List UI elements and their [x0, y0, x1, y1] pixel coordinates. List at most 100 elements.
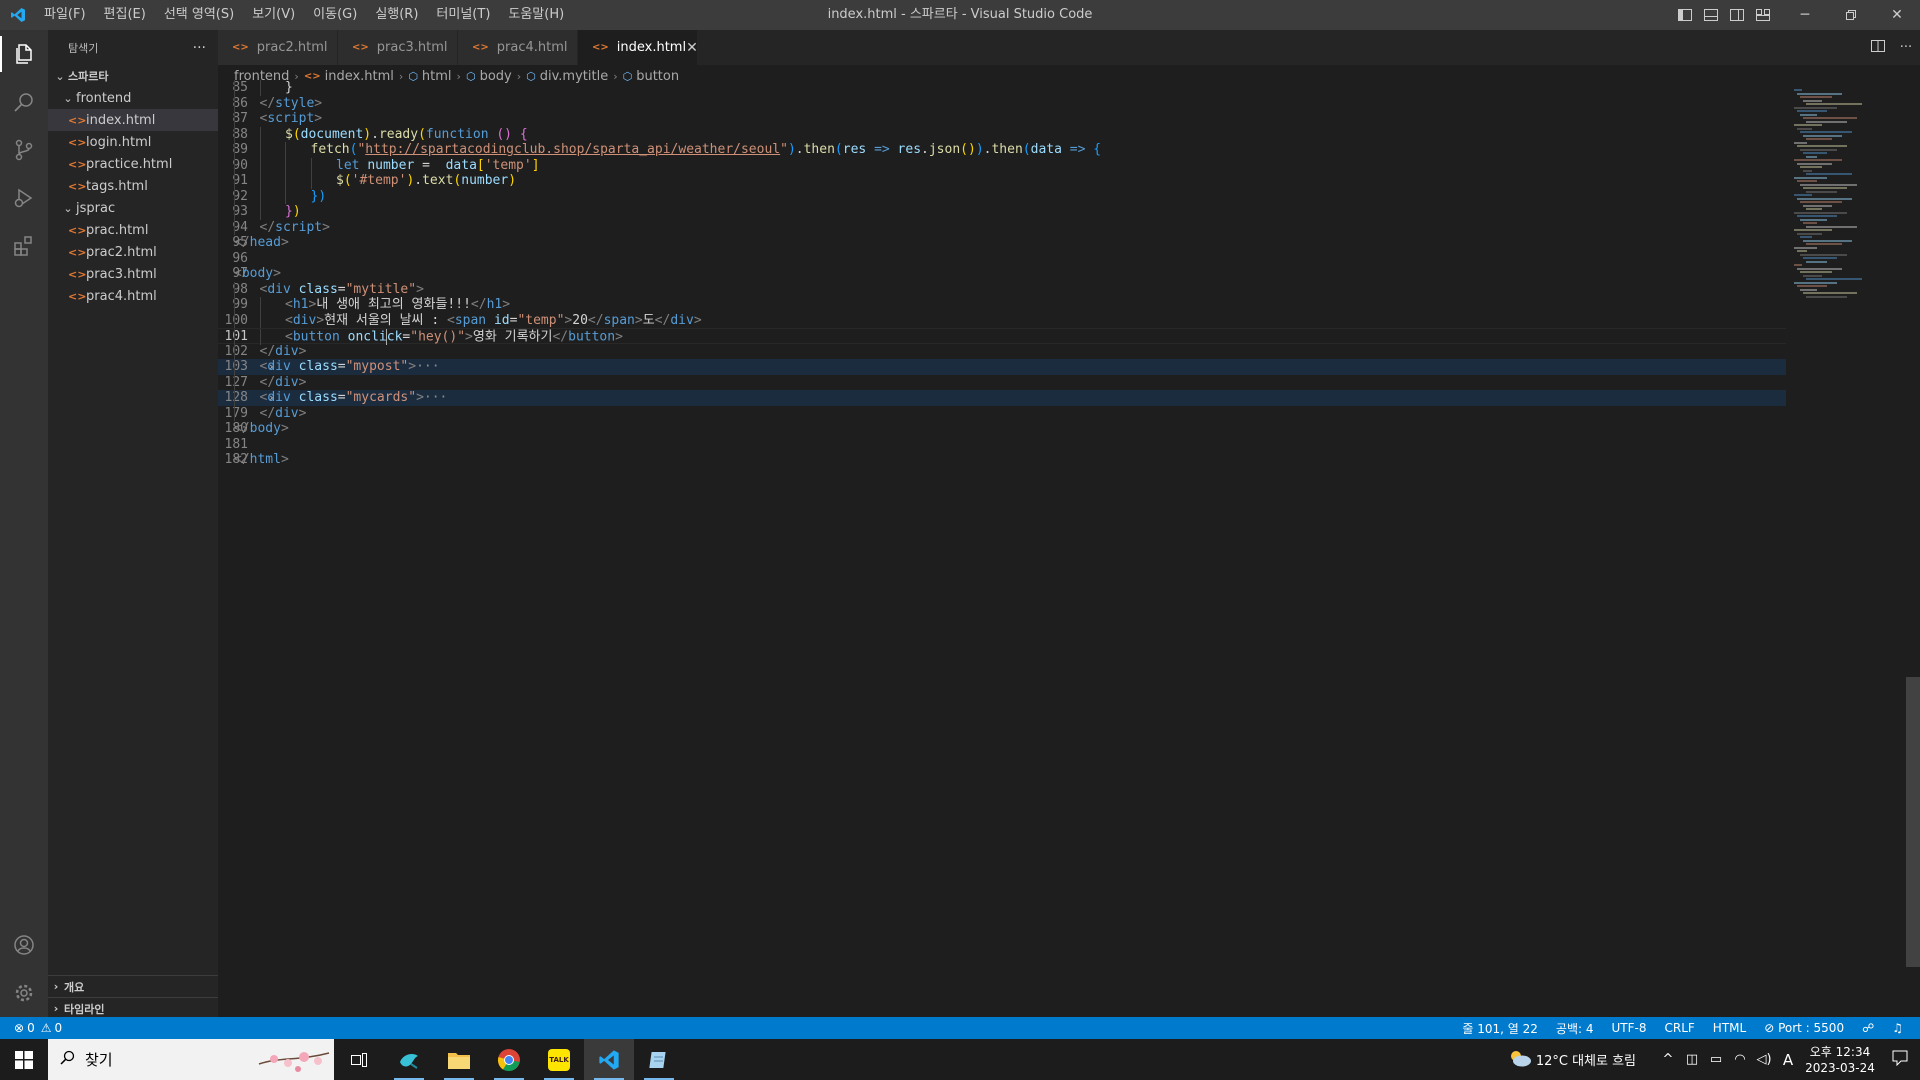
kakaotalk-icon[interactable]: TALK: [534, 1039, 584, 1080]
task-view-icon[interactable]: [334, 1039, 384, 1080]
code-line[interactable]: 87 <script>: [218, 111, 1786, 127]
tree-file[interactable]: <> practice.html: [48, 153, 218, 175]
code-line[interactable]: 99 <h1>내 생애 최고의 영화들!!!</h1>: [218, 297, 1786, 313]
menu-item[interactable]: 보기(V): [243, 0, 304, 30]
vscode-taskbar-icon[interactable]: [584, 1039, 634, 1080]
menu-item[interactable]: 편집(E): [95, 0, 155, 30]
end-of-line[interactable]: CRLF: [1655, 1021, 1703, 1035]
menu-item[interactable]: 도움말(H): [499, 0, 573, 30]
editor-scrollbar[interactable]: [1906, 87, 1920, 1017]
language-mode[interactable]: HTML: [1704, 1021, 1755, 1035]
battery-icon[interactable]: ▭: [1704, 1052, 1728, 1067]
notifications-bell-icon[interactable]: ♫: [1883, 1021, 1912, 1035]
ime-indicator[interactable]: A: [1776, 1051, 1800, 1069]
code-line[interactable]: 93}): [218, 204, 1786, 220]
tree-file[interactable]: <> prac3.html: [48, 263, 218, 285]
feedback-icon[interactable]: ☍: [1853, 1021, 1883, 1035]
editor-more-icon[interactable]: ···: [1892, 40, 1920, 55]
tree-folder-frontend[interactable]: ⌄ frontend: [48, 87, 218, 109]
indentation[interactable]: 공백: 4: [1547, 1020, 1603, 1037]
code-line[interactable]: 90 let number = data['temp']: [218, 157, 1786, 173]
code-line[interactable]: 85}: [218, 80, 1786, 96]
source-control-icon[interactable]: [0, 126, 48, 174]
code-line[interactable]: 96: [218, 251, 1786, 267]
code-line[interactable]: 92}): [218, 188, 1786, 204]
wifi-icon[interactable]: ◠: [1728, 1052, 1752, 1067]
restore-button[interactable]: [1828, 0, 1874, 30]
code-editor[interactable]: 85} 86 </style> 87 <script> 88 $(document).rea…: [218, 80, 1920, 1017]
tree-file[interactable]: <> prac2.html: [48, 241, 218, 263]
tree-root-folder[interactable]: ⌄ 스파르타: [48, 65, 218, 87]
menu-item[interactable]: 이동(G): [304, 0, 366, 30]
indent-guide: [234, 374, 235, 390]
outline-section[interactable]: › 개요: [48, 975, 218, 997]
customize-layout-icon[interactable]: [1750, 0, 1776, 30]
code-line[interactable]: 97 <body>: [218, 266, 1786, 282]
taskbar-clock[interactable]: 오후 12:34 2023-03-24: [1800, 1044, 1880, 1076]
menu-item[interactable]: 선택 영역(S): [155, 0, 243, 30]
tab-index-html[interactable]: <> index.html ✕: [578, 30, 698, 65]
menu-item[interactable]: 파일(F): [35, 0, 95, 30]
chrome-icon[interactable]: [484, 1039, 534, 1080]
code-line[interactable]: 181: [218, 437, 1786, 453]
tree-folder-jsprac[interactable]: ⌄ jsprac: [48, 197, 218, 219]
more-actions-icon[interactable]: ···: [193, 40, 206, 56]
tab-prac2-html[interactable]: <> prac2.html: [218, 30, 338, 65]
accounts-icon[interactable]: [0, 921, 48, 969]
menu-item[interactable]: 실행(R): [366, 0, 427, 30]
tree-file[interactable]: <> login.html: [48, 131, 218, 153]
gear-icon[interactable]: [0, 969, 48, 1017]
taskbar-app-bird-icon[interactable]: [384, 1039, 434, 1080]
run-debug-icon[interactable]: [0, 174, 48, 222]
tree-file[interactable]: <> prac.html: [48, 219, 218, 241]
search-icon[interactable]: [0, 78, 48, 126]
extensions-icon[interactable]: [0, 222, 48, 270]
explorer-icon[interactable]: [0, 30, 48, 78]
code-line[interactable]: 88 $(document).ready(function () {: [218, 126, 1786, 142]
notification-center-icon[interactable]: [1880, 1050, 1920, 1070]
tree-file[interactable]: <> prac4.html: [48, 285, 218, 307]
code-line[interactable]: 89 fetch ("http://spartacodingclub.shop/sp…: [218, 142, 1786, 158]
split-editor-icon[interactable]: [1864, 39, 1892, 56]
tree-file[interactable]: <> index.html: [48, 109, 218, 131]
timeline-section[interactable]: › 타임라인: [48, 997, 218, 1019]
toggle-panel-icon[interactable]: [1698, 0, 1724, 30]
code-line[interactable]: 182 </html>: [218, 452, 1786, 468]
meet-now-icon[interactable]: ◫: [1680, 1052, 1704, 1067]
speaker-icon[interactable]: ◁): [1752, 1052, 1776, 1067]
minimize-button[interactable]: ─: [1782, 0, 1828, 30]
chevron-up-icon[interactable]: ^: [1656, 1052, 1680, 1067]
code-line[interactable]: 102 </div>: [218, 343, 1786, 359]
file-explorer-icon[interactable]: [434, 1039, 484, 1080]
code-line[interactable]: 95 </head>: [218, 235, 1786, 251]
notepad-icon[interactable]: [634, 1039, 684, 1080]
scrollbar-thumb[interactable]: [1906, 677, 1920, 967]
problems-indicator[interactable]: ⊗ 0 ⚠ 0: [14, 1021, 62, 1035]
toggle-primary-sidebar-icon[interactable]: [1672, 0, 1698, 30]
windows-start-icon[interactable]: [0, 1039, 48, 1080]
cursor-position[interactable]: 줄 101, 열 22: [1453, 1020, 1547, 1037]
menu-item[interactable]: 터미널(T): [427, 0, 499, 30]
taskbar-search-input[interactable]: 찾기: [48, 1039, 334, 1080]
toggle-secondary-sidebar-icon[interactable]: [1724, 0, 1750, 30]
close-icon[interactable]: ✕: [686, 40, 698, 56]
code-line[interactable]: 91 $('#temp').text(number): [218, 173, 1786, 189]
code-line[interactable]: 101 <button onclick="hey()">영화 기록하기</butt…: [218, 328, 1786, 345]
live-server-port[interactable]: ⊘ Port : 5500: [1755, 1021, 1853, 1035]
weather-text[interactable]: 12°C 대체로 흐림: [1536, 1050, 1636, 1069]
encoding[interactable]: UTF-8: [1603, 1021, 1656, 1035]
code-line[interactable]: 103 › <div class="mypost">···: [218, 359, 1786, 375]
close-window-button[interactable]: ✕: [1874, 0, 1920, 30]
minimap[interactable]: [1790, 87, 1905, 307]
code-line[interactable]: 94 </script>: [218, 219, 1786, 235]
code-line[interactable]: 127 </div>: [218, 374, 1786, 390]
code-line[interactable]: 128 › <div class="mycards">···: [218, 390, 1786, 406]
tab-prac3-html[interactable]: <> prac3.html: [338, 30, 458, 65]
code-line[interactable]: 179 </div>: [218, 405, 1786, 421]
code-line[interactable]: 180 </body>: [218, 421, 1786, 437]
tab-prac4-html[interactable]: <> prac4.html: [458, 30, 578, 65]
code-line[interactable]: 98 <div class="mytitle">: [218, 281, 1786, 297]
tree-file[interactable]: <> tags.html: [48, 175, 218, 197]
code-line[interactable]: 100 <div>현재 서울의 날씨 : <span id="temp">20</…: [218, 312, 1786, 328]
code-line[interactable]: 86 </style>: [218, 95, 1786, 111]
